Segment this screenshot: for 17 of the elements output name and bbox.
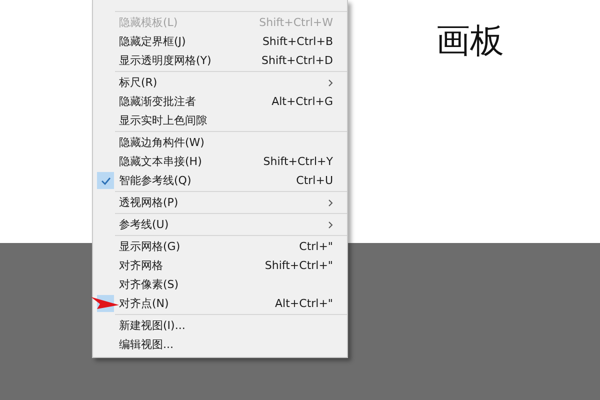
menu-item[interactable]: 隐藏文本串接(H) Shift+Ctrl+Y — [93, 152, 347, 171]
menu-item[interactable]: 显示网格(G) Ctrl+" — [93, 237, 347, 256]
menu-item[interactable]: 隐藏边角构件(W) — [93, 133, 347, 152]
menu-item[interactable]: 标尺(R) — [93, 73, 347, 92]
menu-item[interactable]: 显示实时上色间隙 — [93, 111, 347, 130]
menu-item[interactable]: 对齐像素(S) — [93, 275, 347, 294]
menu-item[interactable]: 显示透明度网格(Y) Shift+Ctrl+D — [93, 51, 347, 70]
menu-item[interactable]: 智能参考线(Q) Ctrl+U — [93, 171, 347, 190]
menu-item[interactable]: 隐藏渐变批注者 Alt+Ctrl+G — [93, 92, 347, 111]
menu-item[interactable]: 参考线(U) — [93, 215, 347, 234]
menu-item[interactable]: 编辑视图... — [93, 335, 347, 354]
artboard-title: 画板 — [436, 20, 504, 62]
menu-item[interactable]: 透视网格(P) — [93, 193, 347, 212]
menu-item[interactable]: 隐藏定界框(J) Shift+Ctrl+B — [93, 32, 347, 51]
menu-item[interactable]: 对齐网格 Shift+Ctrl+" — [93, 256, 347, 275]
menu-item[interactable]: 对齐点(N) Alt+Ctrl+" — [93, 294, 347, 313]
menu-item[interactable]: 新建视图(I)... — [93, 316, 347, 335]
